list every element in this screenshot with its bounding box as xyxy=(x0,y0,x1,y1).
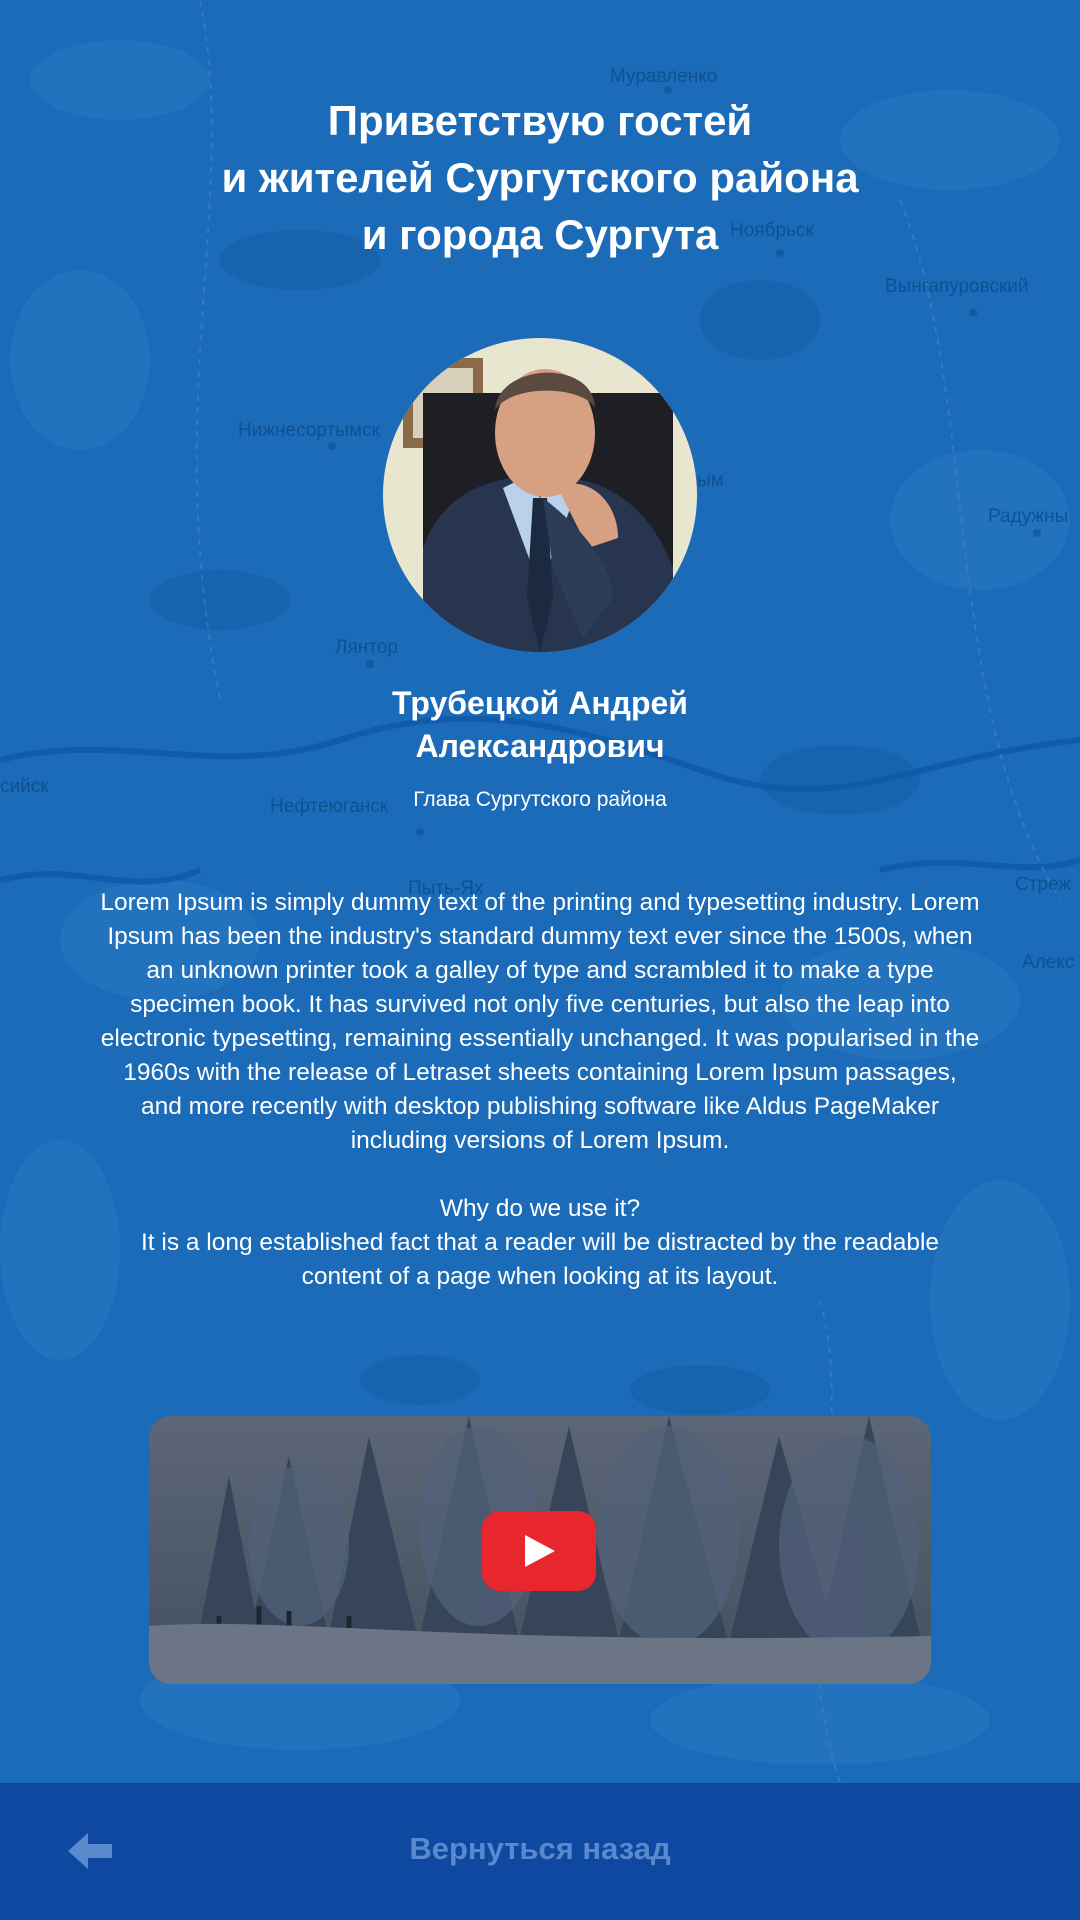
person-name-line-2: Александрович xyxy=(415,728,665,764)
body-subheading: Why do we use it? xyxy=(439,1195,641,1222)
map-label-nizhnesortymsk: Нижнесортымск xyxy=(238,420,380,441)
title-line-3: и города Сургута xyxy=(361,211,719,258)
play-triangle-icon xyxy=(525,1535,555,1567)
map-label-aleks: Алекс xyxy=(1022,952,1075,973)
title-line-2: и жителей Сургутского района xyxy=(221,154,859,201)
person-role: Глава Сургутского района xyxy=(413,788,667,811)
map-label-lyantor: Лянтор xyxy=(335,637,398,658)
map-label-ym: ым xyxy=(697,470,724,491)
back-button[interactable]: Вернуться назад xyxy=(0,1831,1080,1867)
video-player[interactable] xyxy=(149,1416,931,1684)
map-label-vyngapurovsky: Вынгапуровский xyxy=(885,276,1029,297)
page-title: Приветствую гостей и жителей Сургутского… xyxy=(0,92,1080,263)
map-label-raduzhny: Радужны xyxy=(988,506,1069,527)
body-paragraph: Lorem Ipsum is simply dummy text of the … xyxy=(100,889,980,1154)
map-label-muravlenko: Муравленко xyxy=(610,66,718,87)
person-name: Трубецкой Андрей Александрович xyxy=(0,682,1080,768)
person-name-line-1: Трубецкой Андрей xyxy=(392,685,688,721)
body-paragraph-2: It is a long established fact that a rea… xyxy=(140,1229,940,1290)
footer-bar: Вернуться назад xyxy=(0,1783,1080,1920)
portrait-photo xyxy=(383,338,697,652)
avatar xyxy=(383,338,697,652)
welcome-text: Lorem Ipsum is simply dummy text of the … xyxy=(100,886,980,1294)
title-line-1: Приветствую гостей xyxy=(327,97,753,144)
map-label-strezh: Стреж xyxy=(1015,874,1072,895)
youtube-play-icon[interactable] xyxy=(482,1511,596,1591)
